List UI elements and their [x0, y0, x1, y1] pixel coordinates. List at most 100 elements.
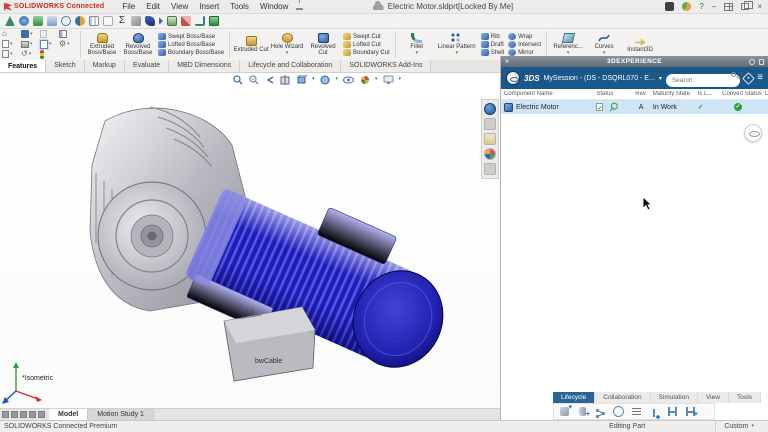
extruded-boss-button[interactable]: Extruded Boss/Base [84, 32, 120, 58]
draft-button[interactable]: Draft [481, 41, 504, 48]
boundary-cut-button[interactable]: Boundary Cut [343, 49, 390, 56]
help-icon[interactable]: ? [699, 3, 703, 11]
database-add-icon[interactable]: + [577, 406, 588, 417]
panel-options-icon[interactable] [749, 59, 755, 65]
intersect-button[interactable]: Intersect [508, 41, 541, 48]
quick-tool-icon-4[interactable] [47, 16, 57, 26]
open-document-icon[interactable]: ▾ [2, 50, 13, 58]
mirror-button[interactable]: Mirror [508, 49, 541, 56]
3dexperience-compass-icon[interactable] [506, 71, 520, 85]
tab-scroll-first[interactable] [2, 411, 9, 418]
minimize-icon[interactable]: – [712, 3, 716, 11]
quick-tool-icon-5[interactable] [61, 16, 71, 26]
menu-tools[interactable]: Tools [230, 2, 249, 11]
menu-insert[interactable]: Insert [199, 2, 219, 11]
quick-tool-icon-2[interactable] [19, 16, 29, 26]
quick-tool-icon-14[interactable] [181, 16, 191, 26]
quick-tool-icon-3[interactable] [33, 16, 43, 26]
rib-button[interactable]: Rib [481, 33, 504, 40]
new-document-icon[interactable]: ▾ [2, 40, 13, 48]
tab-features[interactable]: Features [0, 59, 46, 72]
save-icon[interactable]: ▾ [21, 30, 33, 38]
table-row-electric-motor[interactable]: Electric Motor A In Work ✓ ✓ [501, 100, 768, 114]
history-tree-icon[interactable] [667, 406, 678, 417]
curves-button[interactable]: Curves ▾ [586, 32, 622, 57]
tab-scroll-last[interactable] [29, 411, 36, 418]
tab-sketch[interactable]: Sketch [46, 59, 84, 72]
revolved-boss-button[interactable]: Revolved Boss/Base [120, 32, 156, 58]
previous-view-icon[interactable] [264, 74, 275, 85]
quick-tool-icon-10[interactable] [131, 16, 141, 26]
graphics-viewport[interactable]: bwCable 1.0 ▾ ▾ ▾ ▾ *Isometric [0, 73, 500, 408]
tab-scroll-menu[interactable] [38, 411, 45, 418]
window-split-icon[interactable] [59, 30, 67, 38]
linear-pattern-button[interactable]: Linear Pattern ▾ [435, 32, 479, 57]
tab-markup[interactable]: Markup [85, 59, 125, 72]
motion-study-tab[interactable]: Motion Study 1 [88, 409, 154, 421]
tag-filter-icon[interactable] [742, 72, 755, 85]
layout-grid-icon[interactable] [724, 3, 733, 11]
quick-tool-icon-12[interactable] [159, 17, 163, 25]
close-icon[interactable]: × [757, 3, 762, 11]
options-gear-icon[interactable]: ⚙▾ [59, 40, 70, 48]
lofted-cut-button[interactable]: Lofted Cut [343, 41, 390, 48]
zoom-area-icon[interactable] [248, 74, 259, 85]
tab-tools[interactable]: Tools [729, 392, 761, 403]
session-selector[interactable]: MySession - (DS - DSQRL070 - E... [544, 75, 655, 82]
hole-wizard-button[interactable]: Hole Wizard ▾ [269, 32, 305, 57]
session-caret-icon[interactable]: ▾ [659, 75, 662, 82]
panel-pin-icon[interactable] [759, 59, 764, 65]
quick-tool-icon-15[interactable] [195, 16, 205, 26]
compass-floating-button[interactable] [744, 124, 762, 142]
tab-view[interactable]: View [698, 392, 729, 403]
copy-icon[interactable] [40, 30, 47, 38]
tab-mbd-dimensions[interactable]: MBD Dimensions [169, 59, 240, 72]
sync-icon[interactable] [613, 406, 624, 417]
fillet-button[interactable]: Fillet ▾ [399, 32, 435, 57]
reference-geometry-button[interactable]: Referenc... ▾ [550, 32, 586, 57]
hide-show-items-icon[interactable] [343, 74, 354, 85]
undo-icon[interactable]: ↺▾ [21, 50, 31, 58]
quick-tool-icon-8[interactable] [103, 16, 113, 26]
search-icon[interactable] [731, 72, 736, 77]
file-explorer-icon[interactable] [484, 133, 496, 145]
quick-tool-icon-11[interactable] [145, 16, 155, 26]
tab-simulation[interactable]: Simulation [651, 392, 698, 403]
3dexperience-tab-icon[interactable] [484, 103, 496, 115]
pin-menu-icon[interactable] [296, 3, 303, 10]
collapse-panel-icon[interactable]: » [505, 58, 509, 65]
package-action-icon[interactable]: ▾ [559, 406, 570, 417]
menu-window[interactable]: Window [260, 2, 288, 11]
swept-boss-button[interactable]: Swept Boss/Base [158, 33, 224, 40]
quick-tool-icon-13[interactable] [167, 16, 177, 26]
quick-tool-icon-6[interactable] [75, 16, 85, 26]
tab-scroll-next[interactable] [20, 411, 27, 418]
view-settings-icon[interactable] [383, 74, 394, 85]
lofted-boss-button[interactable]: Lofted Boss/Base [158, 41, 224, 48]
status-units-selector[interactable]: Custom ▾ [715, 421, 768, 432]
quick-tool-icon-1[interactable] [5, 16, 15, 26]
share-icon[interactable] [595, 406, 606, 417]
display-style-icon[interactable] [320, 74, 331, 85]
quick-tool-icon-16[interactable] [209, 16, 219, 26]
restore-window-icon[interactable] [741, 3, 749, 10]
tab-collaboration[interactable]: Collaboration [595, 392, 650, 403]
menu-edit[interactable]: Edit [146, 2, 160, 11]
list-view-icon[interactable] [631, 406, 642, 417]
forum-icon[interactable] [484, 163, 496, 175]
boundary-boss-button[interactable]: Boundary Boss/Base [158, 49, 224, 56]
edit-appearance-icon[interactable] [359, 74, 370, 85]
tab-lifecycle[interactable]: Lifecycle [553, 392, 595, 403]
rebuild-icon[interactable] [40, 50, 44, 59]
sigma-icon[interactable]: Σ [117, 16, 127, 26]
home-icon[interactable]: ⌂ [2, 30, 7, 38]
model-tab[interactable]: Model [49, 409, 88, 421]
swept-cut-button[interactable]: Swept Cut [343, 33, 390, 40]
menu-file[interactable]: File [122, 2, 135, 11]
print-icon[interactable]: ▾ [21, 41, 33, 48]
revolved-cut-button[interactable]: Revolved Cut [305, 32, 341, 58]
panel-menu-icon[interactable]: ≡ [757, 73, 763, 83]
appearances-icon[interactable] [484, 148, 496, 160]
design-library-icon[interactable] [484, 118, 496, 130]
app-switcher-icon[interactable] [665, 2, 674, 11]
